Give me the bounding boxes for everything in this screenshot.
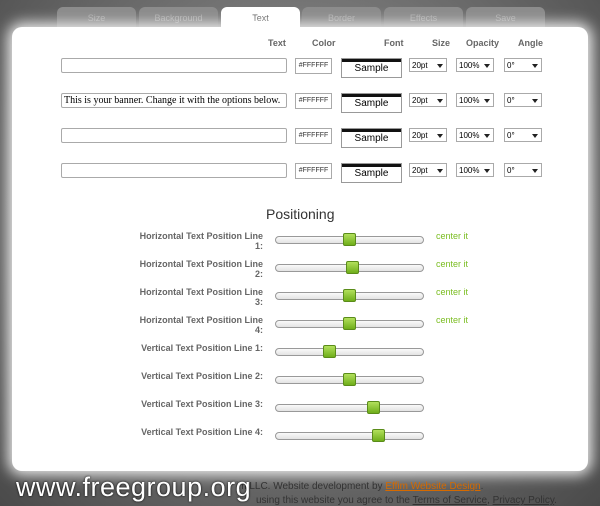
slider-label: Vertical Text Position Line 2: xyxy=(141,371,263,381)
font-picker-line-2[interactable]: Sample xyxy=(341,93,402,113)
size-select-line-1[interactable]: 20pt xyxy=(409,58,447,72)
color-picker-line-2[interactable]: #FFFFFF xyxy=(295,93,332,109)
vertical-position-slider-line-4[interactable] xyxy=(275,429,424,442)
footer-credits: im LLC. Website development by Effim Web… xyxy=(236,481,484,492)
angle-select-line-1[interactable]: 0° xyxy=(504,58,542,72)
horizontal-position-slider-line-3[interactable] xyxy=(275,289,424,302)
center-it-link-line-4[interactable]: center it xyxy=(436,315,468,325)
slider-label: Horizontal Text Position Line 4: xyxy=(139,315,263,335)
slider-handle[interactable] xyxy=(343,289,356,302)
color-picker-line-3[interactable]: #FFFFFF xyxy=(295,128,332,144)
slider-label: Vertical Text Position Line 3: xyxy=(141,399,263,409)
vertical-position-slider-line-2[interactable] xyxy=(275,373,424,386)
chevron-down-icon xyxy=(437,64,443,68)
chevron-down-icon xyxy=(437,134,443,138)
column-header-opacity: Opacity xyxy=(466,38,500,48)
chevron-down-icon xyxy=(437,99,443,103)
column-header-text: Text xyxy=(268,38,286,48)
column-header-size: Size xyxy=(432,38,451,48)
slider-handle[interactable] xyxy=(323,345,336,358)
slider-handle[interactable] xyxy=(343,317,356,330)
column-header-font: Font xyxy=(384,38,404,48)
vertical-position-slider-line-1[interactable] xyxy=(275,345,424,358)
slider-handle[interactable] xyxy=(367,401,380,414)
slider-label: Vertical Text Position Line 4: xyxy=(141,427,263,437)
slider-label: Horizontal Text Position Line 1: xyxy=(139,231,263,251)
font-picker-line-4[interactable]: Sample xyxy=(341,163,402,183)
slider-handle[interactable] xyxy=(372,429,385,442)
column-header-color: Color xyxy=(312,38,336,48)
center-it-link-line-1[interactable]: center it xyxy=(436,231,468,241)
opacity-select-line-2[interactable]: 100% xyxy=(456,93,494,107)
center-it-link-line-2[interactable]: center it xyxy=(436,259,468,269)
center-it-link-line-3[interactable]: center it xyxy=(436,287,468,297)
column-header-angle: Angle xyxy=(518,38,544,48)
chevron-down-icon xyxy=(532,99,538,103)
chevron-down-icon xyxy=(484,64,490,68)
chevron-down-icon xyxy=(532,134,538,138)
slider-label: Horizontal Text Position Line 3: xyxy=(139,287,263,307)
slider-label: Vertical Text Position Line 1: xyxy=(141,343,263,353)
slider-handle[interactable] xyxy=(346,261,359,274)
tab-size[interactable]: Size xyxy=(57,7,136,29)
tab-effects[interactable]: Effects xyxy=(384,7,463,29)
horizontal-position-slider-line-2[interactable] xyxy=(275,261,424,274)
opacity-select-line-1[interactable]: 100% xyxy=(456,58,494,72)
privacy-policy-link[interactable]: Privacy Policy xyxy=(493,495,555,506)
chevron-down-icon xyxy=(532,64,538,68)
size-select-line-2[interactable]: 20pt xyxy=(409,93,447,107)
vertical-position-slider-line-3[interactable] xyxy=(275,401,424,414)
text-input-line-2[interactable]: This is your banner. Change it with the … xyxy=(61,93,287,108)
opacity-select-line-3[interactable]: 100% xyxy=(456,128,494,142)
developer-link[interactable]: Effim Website Design xyxy=(385,481,480,492)
chevron-down-icon xyxy=(437,169,443,173)
chevron-down-icon xyxy=(532,169,538,173)
color-picker-line-1[interactable]: #FFFFFF xyxy=(295,58,332,74)
horizontal-position-slider-line-1[interactable] xyxy=(275,233,424,246)
tab-background[interactable]: Background xyxy=(139,7,218,29)
text-input-line-4[interactable] xyxy=(61,163,287,178)
watermark: www.freegroup.org xyxy=(16,472,252,502)
font-picker-line-1[interactable]: Sample xyxy=(341,58,402,78)
angle-select-line-4[interactable]: 0° xyxy=(504,163,542,177)
color-picker-line-4[interactable]: #FFFFFF xyxy=(295,163,332,179)
size-select-line-4[interactable]: 20pt xyxy=(409,163,447,177)
slider-handle[interactable] xyxy=(343,373,356,386)
tab-save[interactable]: Save xyxy=(466,7,545,29)
chevron-down-icon xyxy=(484,134,490,138)
slider-handle[interactable] xyxy=(343,233,356,246)
chevron-down-icon xyxy=(484,169,490,173)
text-input-line-1[interactable] xyxy=(61,58,287,73)
terms-of-service-link[interactable]: Terms of Service xyxy=(413,495,487,506)
tab-border[interactable]: Border xyxy=(302,7,381,29)
positioning-title: Positioning xyxy=(266,206,335,222)
angle-select-line-3[interactable]: 0° xyxy=(504,128,542,142)
slider-label: Horizontal Text Position Line 2: xyxy=(139,259,263,279)
angle-select-line-2[interactable]: 0° xyxy=(504,93,542,107)
chevron-down-icon xyxy=(484,99,490,103)
text-input-line-3[interactable] xyxy=(61,128,287,143)
font-picker-line-3[interactable]: Sample xyxy=(341,128,402,148)
size-select-line-3[interactable]: 20pt xyxy=(409,128,447,142)
horizontal-position-slider-line-4[interactable] xyxy=(275,317,424,330)
tab-bar: Size Background Text Border Effects Save xyxy=(0,7,600,33)
footer-legal: using this website you agree to the Term… xyxy=(256,495,557,506)
opacity-select-line-4[interactable]: 100% xyxy=(456,163,494,177)
